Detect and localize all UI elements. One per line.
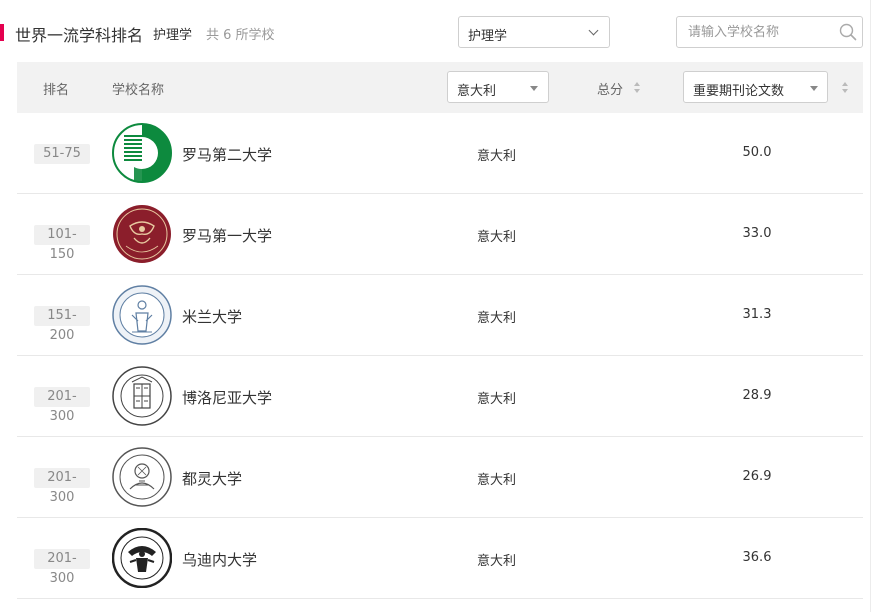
university-name[interactable]: 罗马第二大学: [182, 144, 272, 165]
rank-badge: 201-300: [34, 387, 90, 424]
column-header-total[interactable]: 总分: [597, 79, 623, 98]
university-name[interactable]: 都灵大学: [182, 468, 242, 489]
rank-badge: 151-200: [34, 306, 90, 343]
caret-down-icon: [810, 86, 818, 91]
school-search-input[interactable]: [678, 18, 828, 46]
subject-select[interactable]: 护理学: [458, 16, 610, 48]
search-box: [676, 16, 863, 48]
country-filter-select[interactable]: 意大利: [447, 71, 549, 103]
turin-seal-icon[interactable]: [112, 447, 172, 507]
table-row: 151-200 米兰大学 意大利 31.3: [17, 275, 863, 356]
school-count: 共 6 所学校: [206, 28, 275, 43]
caret-down-icon: [530, 86, 538, 91]
column-header-rank: 排名: [43, 83, 70, 98]
bologna-seal-icon[interactable]: [112, 366, 172, 426]
title-accent-bar: [0, 24, 4, 41]
milan-seal-icon[interactable]: [112, 285, 172, 345]
ranking-table-body: 51-75 罗马第二大学 意大利 50.0 101-150 罗马第一大学 意大利…: [17, 113, 863, 599]
sapienza-seal-icon[interactable]: [112, 204, 172, 264]
container-border: [870, 0, 871, 612]
country-filter-value: 意大利: [457, 84, 497, 99]
subject-select-value: 护理学: [468, 29, 508, 44]
table-row: 51-75 罗马第二大学 意大利 50.0: [17, 113, 863, 194]
university-name[interactable]: 罗马第一大学: [182, 225, 272, 246]
university-country: 意大利: [477, 311, 517, 326]
rank-badge: 51-75: [34, 144, 90, 164]
university-name[interactable]: 乌迪内大学: [182, 549, 257, 570]
page-title: 世界一流学科排名: [15, 26, 144, 45]
university-name[interactable]: 博洛尼亚大学: [182, 387, 272, 408]
university-country: 意大利: [477, 392, 517, 407]
table-row: 101-150 罗马第一大学 意大利 33.0: [17, 194, 863, 275]
university-score: 36.6: [742, 550, 772, 565]
university-country: 意大利: [477, 149, 517, 164]
column-header-name: 学校名称: [112, 83, 165, 98]
search-icon[interactable]: [839, 23, 857, 41]
university-score: 31.3: [742, 307, 772, 322]
metric-select[interactable]: 重要期刊论文数: [683, 71, 828, 103]
udine-seal-icon[interactable]: [112, 528, 172, 588]
university-score: 50.0: [742, 145, 772, 160]
subject-label: 护理学: [153, 28, 193, 43]
university-country: 意大利: [477, 473, 517, 488]
chevron-down-icon: [588, 25, 599, 36]
rank-badge: 101-150: [34, 225, 90, 262]
table-row: 201-300 都灵大学 意大利 26.9: [17, 437, 863, 518]
rank-badge: 201-300: [34, 468, 90, 505]
sort-total-icon[interactable]: [634, 82, 642, 94]
university-name[interactable]: 米兰大学: [182, 306, 242, 327]
university-country: 意大利: [477, 230, 517, 245]
university-score: 26.9: [742, 469, 772, 484]
page-header: 世界一流学科排名 护理学 共 6 所学校 护理学: [0, 0, 873, 62]
rank-badge: 201-300: [34, 549, 90, 586]
sort-metric-icon[interactable]: [842, 82, 850, 94]
metric-select-value: 重要期刊论文数: [693, 84, 785, 99]
university-score: 33.0: [742, 226, 772, 241]
table-header: 排名 学校名称 意大利 总分 重要期刊论文数: [17, 62, 863, 113]
tor-vergata-logo-icon[interactable]: [112, 123, 172, 183]
table-row: 201-300 乌迪内大学 意大利 36.6: [17, 518, 863, 599]
university-country: 意大利: [477, 554, 517, 569]
table-row: 201-300 博洛尼亚大学 意大利 28.9: [17, 356, 863, 437]
university-score: 28.9: [742, 388, 772, 403]
